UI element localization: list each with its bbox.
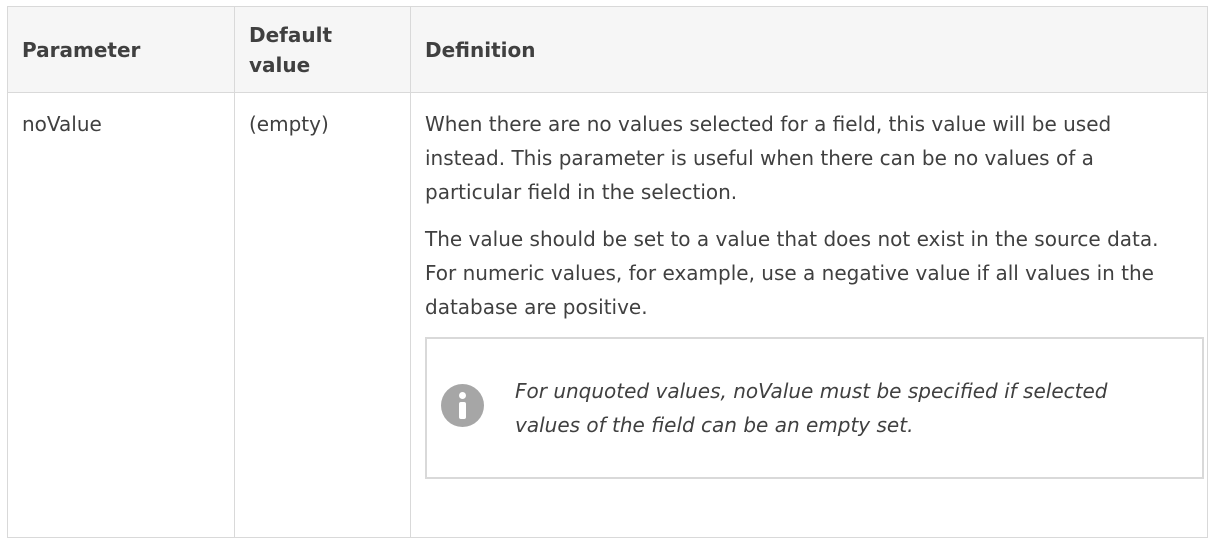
header-definition: Definition <box>410 6 1208 93</box>
table-row: noValue (empty) When there are no values… <box>7 92 1208 538</box>
definition-paragraph-1: When there are no values selected for a … <box>425 112 1112 204</box>
header-parameter: Parameter <box>7 6 235 93</box>
info-icon <box>441 383 484 427</box>
parameter-table: Parameter Default value Definition noVal… <box>7 6 1208 538</box>
note-text: For unquoted values, noValue must be spe… <box>515 379 1108 437</box>
cell-definition: When there are no values selected for a … <box>410 92 1208 538</box>
table-header-row: Parameter Default value Definition <box>7 6 1208 93</box>
header-default-value: Default value <box>234 6 411 93</box>
parameter-table-container: Parameter Default value Definition noVal… <box>7 6 1208 538</box>
cell-default-value: (empty) <box>234 92 411 538</box>
definition-paragraph-2: The value should be set to a value that … <box>425 227 1159 319</box>
cell-parameter: noValue <box>7 92 235 538</box>
header-default-value-line1: Default <box>249 22 333 47</box>
header-default-value-line2: value <box>249 52 311 77</box>
note-box: For unquoted values, noValue must be spe… <box>425 337 1204 479</box>
